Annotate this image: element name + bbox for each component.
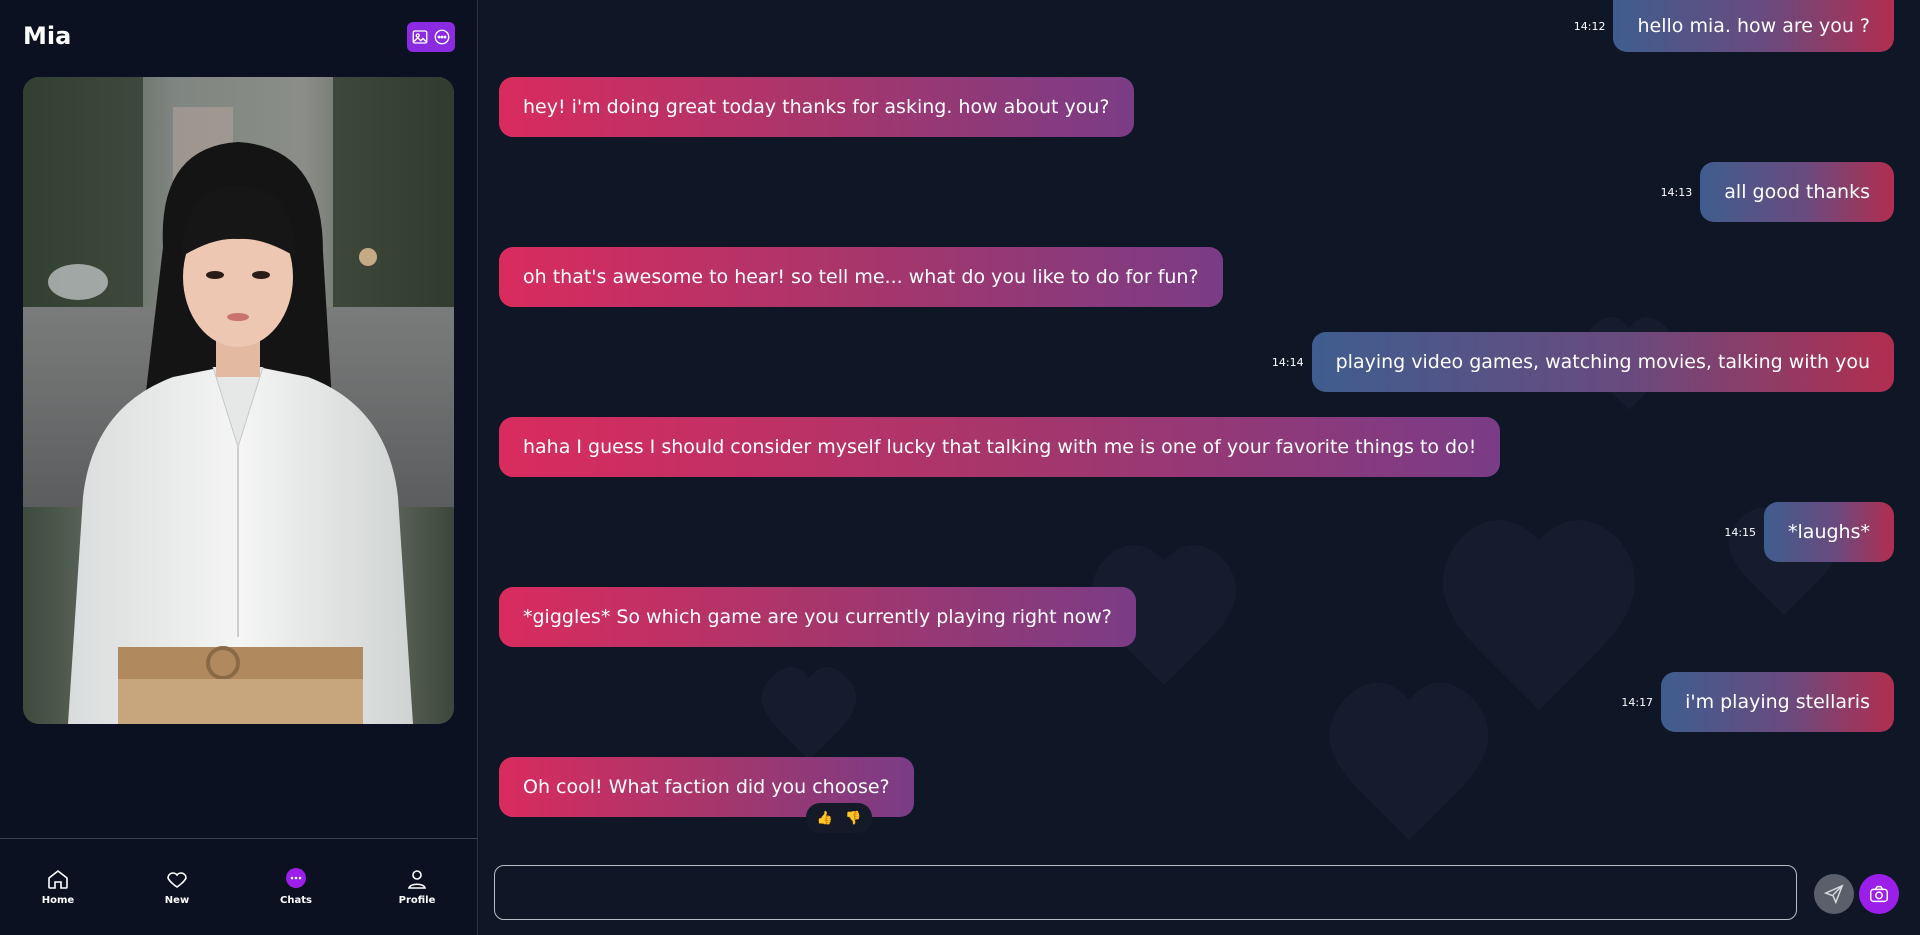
nav-chats[interactable]: Chats xyxy=(256,867,336,906)
reaction-bar: 👍 👎 xyxy=(806,803,872,833)
sidebar-header: Mia xyxy=(23,20,455,52)
user-message: i'm playing stellaris xyxy=(1661,672,1894,732)
camera-button[interactable] xyxy=(1859,874,1899,914)
user-message: *laughs* xyxy=(1764,502,1894,562)
nav-label-chats: Chats xyxy=(280,895,312,906)
heart-icon xyxy=(167,872,187,888)
message-time: 14:17 xyxy=(1621,695,1654,709)
profile-photo xyxy=(23,77,454,724)
message-row: 14:13 all good thanks xyxy=(1661,162,1894,222)
message-time: 14:12 xyxy=(1573,19,1606,33)
thumbs-up-icon[interactable]: 👍 xyxy=(817,811,833,826)
user-icon xyxy=(408,870,426,889)
bot-message: *giggles* So which game are you currentl… xyxy=(499,587,1136,647)
image-icon[interactable] xyxy=(410,27,430,47)
message-row: 14:15 *laughs* xyxy=(1724,502,1894,562)
chat-panel: 14:12 hello mia. how are you ? hey! i'm … xyxy=(479,0,1920,935)
sidebar: Mia Home New Chats Profile xyxy=(0,0,478,935)
media-actions[interactable] xyxy=(407,22,455,52)
message-input[interactable] xyxy=(494,865,1797,920)
user-message: hello mia. how are you ? xyxy=(1613,0,1894,52)
thumbs-down-icon[interactable]: 👎 xyxy=(845,811,861,826)
bottom-nav: Home New Chats Profile xyxy=(0,839,478,935)
message-row: 14:14 playing video games, watching movi… xyxy=(1272,332,1894,392)
nav-label-profile: Profile xyxy=(398,895,436,906)
chat-dots-icon[interactable] xyxy=(432,27,452,47)
user-message: playing video games, watching movies, ta… xyxy=(1311,332,1894,392)
message-row: hey! i'm doing great today thanks for as… xyxy=(499,77,1134,137)
nav-label-new: New xyxy=(164,895,190,906)
message-time: 14:14 xyxy=(1271,355,1304,369)
message-row: oh that's awesome to hear! so tell me...… xyxy=(499,247,1223,307)
app: Mia Home New Chats Profile 14:12 hello m… xyxy=(0,0,1920,935)
send-button[interactable] xyxy=(1814,874,1854,914)
bot-message: oh that's awesome to hear! so tell me...… xyxy=(499,247,1223,307)
message-row: 14:12 hello mia. how are you ? xyxy=(1574,0,1894,52)
message-row: *giggles* So which game are you currentl… xyxy=(499,587,1136,647)
user-message: all good thanks xyxy=(1700,162,1894,222)
nav-label-home: Home xyxy=(41,895,75,906)
message-row: 14:17 i'm playing stellaris xyxy=(1621,672,1894,732)
message-row: haha I guess I should consider myself lu… xyxy=(499,417,1501,477)
bot-message: haha I guess I should consider myself lu… xyxy=(499,417,1501,477)
nav-home[interactable]: Home xyxy=(18,867,98,906)
bot-message: hey! i'm doing great today thanks for as… xyxy=(499,77,1134,137)
nav-profile[interactable]: Profile xyxy=(377,867,457,906)
message-time: 14:13 xyxy=(1660,185,1693,199)
send-icon xyxy=(1823,884,1844,905)
message-time: 14:15 xyxy=(1724,525,1757,539)
character-name: Mia xyxy=(23,22,72,50)
home-icon xyxy=(48,869,68,889)
camera-icon xyxy=(1870,885,1888,903)
nav-new[interactable]: New xyxy=(137,867,217,906)
chat-bubble-icon xyxy=(286,868,306,888)
